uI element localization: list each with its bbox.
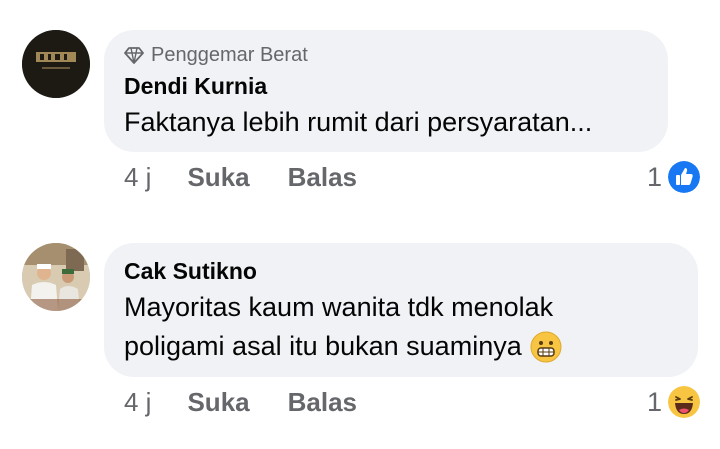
- like-icon: [668, 161, 700, 193]
- avatar-image: [22, 30, 90, 98]
- reaction-summary[interactable]: 1: [647, 161, 700, 193]
- timestamp[interactable]: 4 j: [124, 162, 151, 193]
- like-button[interactable]: Suka: [187, 387, 249, 418]
- author-name[interactable]: Dendi Kurnia: [124, 71, 646, 101]
- reaction-count: 1: [646, 161, 662, 192]
- like-button[interactable]: Suka: [187, 162, 249, 193]
- reaction-count: 1: [646, 386, 662, 417]
- reply-button[interactable]: Balas: [288, 162, 357, 193]
- fan-badge[interactable]: Penggemar Berat: [124, 43, 646, 67]
- avatar[interactable]: [22, 30, 90, 98]
- comment-actions: 4 j Suka Balas: [124, 162, 395, 193]
- badge-label: Penggemar Berat: [151, 44, 308, 66]
- grinning-face-icon: [530, 331, 562, 362]
- diamond-icon: [124, 47, 144, 64]
- timestamp[interactable]: 4 j: [124, 387, 151, 418]
- comment-actions: 4 j Suka Balas: [124, 387, 395, 418]
- comment-text: Faktanya lebih rumit dari persyaratan...: [124, 107, 593, 137]
- comment-text-line-content: poligami asal itu bukan suaminya: [124, 331, 522, 361]
- haha-icon: [668, 386, 700, 418]
- author-name[interactable]: Cak Sutikno: [124, 256, 676, 286]
- comment-bubble: Penggemar Berat Dendi Kurnia Faktanya le…: [104, 30, 668, 152]
- comment-bubble: Cak Sutikno Mayoritas kaum wanita tdk me…: [104, 243, 698, 377]
- comment-text-line: poligami asal itu bukan suaminya: [124, 327, 676, 366]
- reply-button[interactable]: Balas: [288, 387, 357, 418]
- avatar[interactable]: [22, 243, 90, 311]
- avatar-image: [22, 243, 90, 311]
- reaction-summary[interactable]: 1: [647, 386, 700, 418]
- comment-text-line: Mayoritas kaum wanita tdk menolak: [124, 292, 554, 322]
- comment: Penggemar Berat Dendi Kurnia Faktanya le…: [0, 0, 720, 200]
- comment: Cak Sutikno Mayoritas kaum wanita tdk me…: [0, 200, 720, 449]
